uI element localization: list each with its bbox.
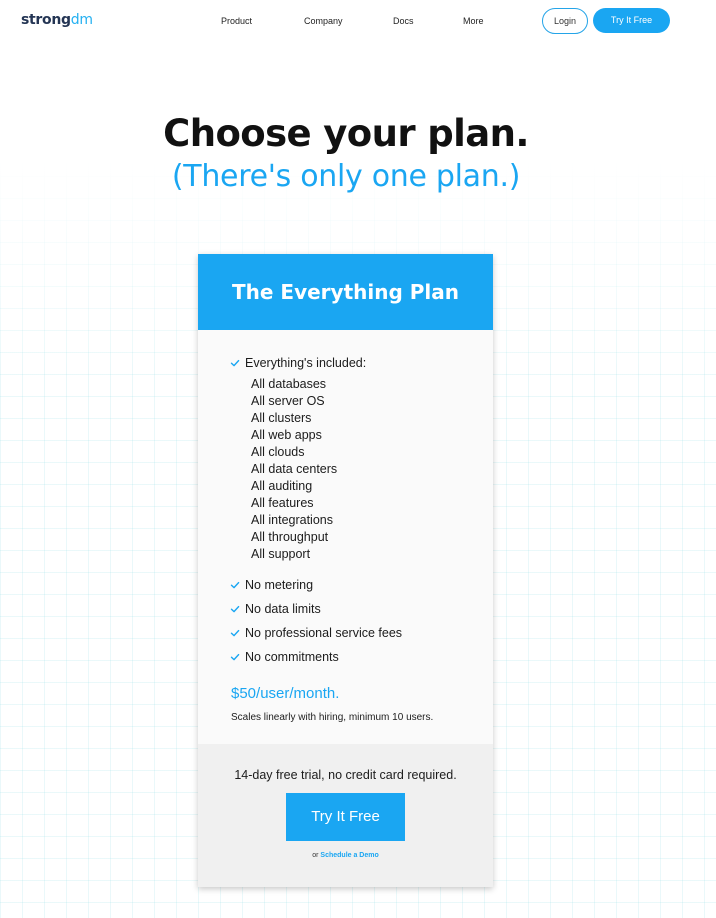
feature-label: No professional service fees (245, 626, 403, 640)
list-item: All clouds (251, 445, 305, 459)
list-item: All auditing (251, 479, 313, 493)
feature-label: Everything's included: (245, 356, 367, 370)
nav-docs[interactable]: Docs (393, 15, 414, 27)
nav-more[interactable]: More (463, 15, 484, 27)
plan-price: $50/user/month. (231, 685, 340, 702)
plan-card-header: The Everything Plan (198, 254, 493, 330)
trial-note: 14-day free trial, no credit card requir… (234, 768, 457, 782)
page-title: Choose your plan. (163, 112, 529, 155)
plan-card-footer: 14-day free trial, no credit card requir… (198, 744, 493, 887)
check-icon (230, 605, 240, 613)
site-header: strongdm Product Company Docs More Login… (0, 0, 716, 42)
check-icon (230, 629, 240, 637)
or-label: or (312, 852, 319, 859)
schedule-demo-link[interactable]: Schedule a Demo (320, 852, 378, 859)
list-item: All integrations (251, 513, 333, 527)
list-item: All features (251, 496, 314, 510)
included-list: All databases All server OS All clusters… (251, 376, 337, 563)
price-note: Scales linearly with hiring, minimum 10 … (231, 712, 434, 723)
list-item: All web apps (251, 428, 322, 442)
feature-label: No data limits (245, 602, 321, 616)
nav-product[interactable]: Product (221, 15, 252, 27)
list-item: All data centers (251, 462, 338, 476)
list-item: All support (251, 547, 311, 561)
list-item: All clusters (251, 411, 312, 425)
feature-label: No metering (245, 578, 314, 592)
nav-company[interactable]: Company (304, 15, 343, 27)
check-icon (230, 653, 240, 661)
list-item: All throughput (251, 530, 329, 544)
plan-card: The Everything Plan Everything's include… (198, 254, 493, 887)
login-button[interactable]: Login (542, 8, 588, 34)
strongdm-logo[interactable]: strongdm (21, 11, 93, 29)
feature-label: No commitments (245, 650, 339, 664)
demo-line: or Schedule a Demo (198, 851, 493, 861)
check-icon (230, 581, 240, 589)
list-item: All server OS (251, 394, 325, 408)
page-subtitle: (There's only one plan.) (171, 159, 521, 194)
plan-name: The Everything Plan (232, 280, 459, 304)
list-item: All databases (251, 377, 327, 391)
try-it-free-button[interactable]: Try It Free (286, 793, 405, 841)
try-it-free-header-button[interactable]: Try It Free (593, 8, 670, 33)
check-icon (230, 359, 240, 367)
